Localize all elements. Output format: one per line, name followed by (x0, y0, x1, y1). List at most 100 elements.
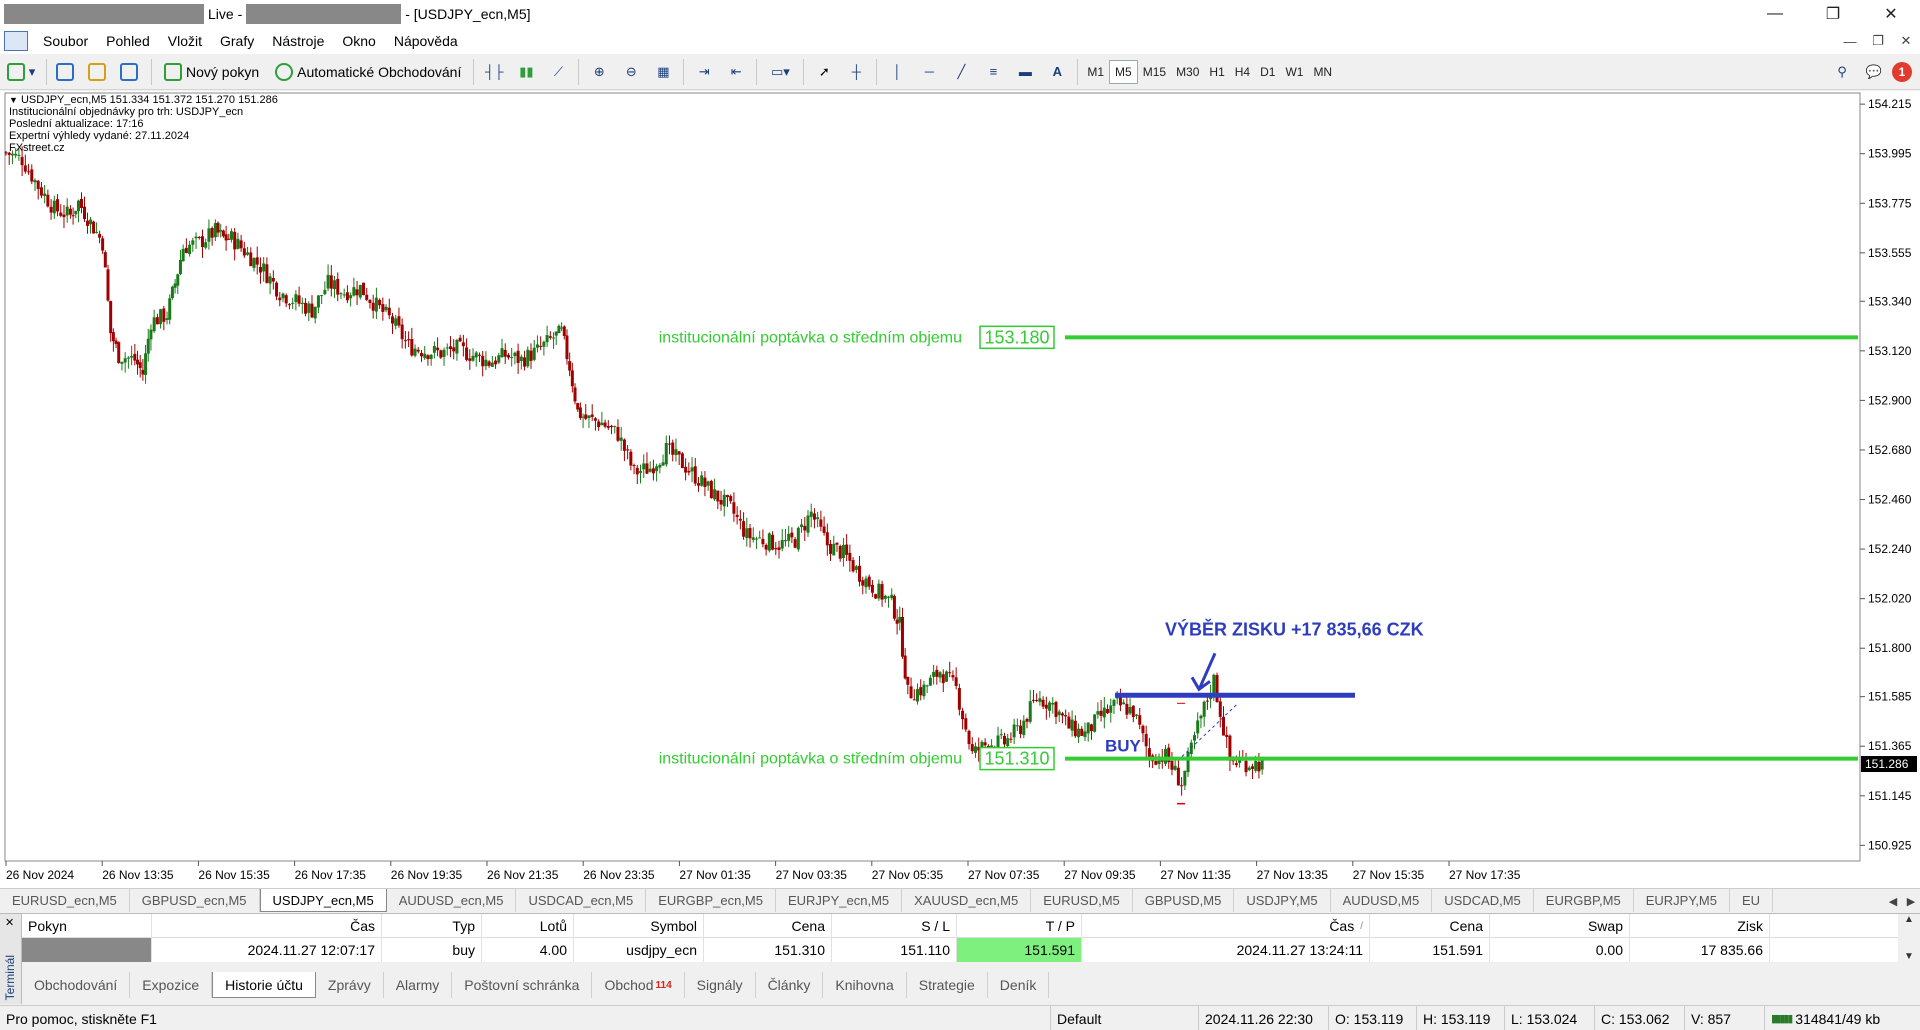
menu-grafy[interactable]: Grafy (211, 33, 263, 49)
col-cas-close[interactable]: Čas / (1082, 914, 1370, 938)
terminal-tab[interactable]: Knihovna (823, 972, 907, 998)
timeframe-h4[interactable]: H4 (1230, 60, 1255, 84)
terminal-scrollbar[interactable]: ▲ ▼ (1898, 914, 1920, 962)
new-order-button[interactable]: Nový pokyn (158, 58, 265, 86)
tile-windows-button[interactable]: ▦ (649, 58, 677, 86)
chart-tab[interactable]: XAUUSD_ecn,M5 (902, 889, 1032, 912)
child-minimize-icon[interactable]: — (1836, 28, 1864, 54)
chart-tab[interactable]: USDCAD,M5 (1432, 889, 1534, 912)
crosshair-button[interactable]: ┼ (842, 58, 870, 86)
line-chart-button[interactable]: ⟋ (544, 58, 572, 86)
col-pokyn[interactable]: Pokyn (22, 914, 152, 938)
chart-tab[interactable]: EURGBP_ecn,M5 (646, 889, 776, 912)
chart-tab[interactable]: EURJPY,M5 (1634, 889, 1730, 912)
tabs-left-icon[interactable]: ◀ (1884, 895, 1902, 908)
chart-tab[interactable]: GBPUSD,M5 (1133, 889, 1235, 912)
menu-okno[interactable]: Okno (333, 33, 384, 49)
menu-nastroje[interactable]: Nástroje (263, 33, 333, 49)
terminal-tab[interactable]: Články (756, 972, 824, 998)
terminal-tab[interactable]: Expozice (130, 972, 213, 998)
menu-napoveda[interactable]: Nápověda (385, 33, 467, 49)
chart-tab[interactable]: USDCAD_ecn,M5 (516, 889, 647, 912)
col-lotu[interactable]: Lotů (482, 914, 574, 938)
col-symbol[interactable]: Symbol (574, 914, 704, 938)
chart-tab[interactable]: EURUSD,M5 (1031, 889, 1133, 912)
terminal-tab[interactable]: Alarmy (384, 972, 453, 998)
status-connection[interactable]: ▮▮▮▮▮ 314841/49 kb (1764, 1006, 1920, 1030)
chart-tab[interactable]: EU (1730, 889, 1774, 912)
autoscroll-button[interactable]: ⇥ (690, 58, 718, 86)
col-swap[interactable]: Swap (1490, 914, 1630, 938)
minimize-button[interactable]: — (1746, 0, 1804, 28)
timeframe-m1[interactable]: M1 (1082, 60, 1109, 84)
chart-tab[interactable]: AUDUSD_ecn,M5 (387, 889, 517, 912)
tabs-right-icon[interactable]: ▶ (1902, 895, 1920, 908)
chart-tab[interactable]: EURUSD_ecn,M5 (0, 889, 130, 912)
horizontal-line-button[interactable]: ─ (915, 58, 943, 86)
menu-soubor[interactable]: Soubor (34, 33, 97, 49)
chart-tab[interactable]: AUDUSD,M5 (1331, 889, 1433, 912)
chart-tab[interactable]: USDJPY,M5 (1234, 889, 1331, 912)
table-row[interactable]: 2024.11.27 12:07:17 buy 4.00 usdjpy_ecn … (22, 938, 1920, 962)
chart-canvas[interactable]: 154.215 153.995 153.775 153.555 153.340 153.1… (0, 91, 1920, 888)
price-chart[interactable]: 154.215 153.995 153.775 153.555 153.340 153.1… (0, 91, 1920, 888)
col-typ[interactable]: Typ (382, 914, 482, 938)
candlestick-button[interactable]: ▮▮ (512, 58, 540, 86)
col-tp[interactable]: T / P (957, 914, 1082, 938)
col-zisk[interactable]: Zisk (1630, 914, 1770, 938)
menu-pohled[interactable]: Pohled (97, 33, 159, 49)
market-watch-button[interactable] (85, 58, 113, 86)
terminal-tab[interactable]: Deník (988, 972, 1050, 998)
zoom-in-button[interactable]: ⊕ (585, 58, 613, 86)
terminal-tab[interactable]: Historie účtu (212, 972, 316, 998)
chart-tab[interactable]: GBPUSD_ecn,M5 (130, 889, 260, 912)
rectangle-button[interactable]: ▬ (1011, 58, 1039, 86)
timeframe-m30[interactable]: M30 (1171, 60, 1204, 84)
col-cena-close[interactable]: Cena (1370, 914, 1490, 938)
app-icon[interactable] (4, 31, 28, 51)
scroll-up-icon[interactable]: ▲ (1904, 914, 1914, 925)
col-cena[interactable]: Cena (704, 914, 832, 938)
chat-button[interactable]: 💬 (1860, 58, 1888, 86)
chart-tab[interactable]: EURGBP,M5 (1534, 889, 1634, 912)
navigator-button[interactable] (117, 58, 145, 86)
timeframe-m15[interactable]: M15 (1138, 60, 1171, 84)
timeframe-d1[interactable]: D1 (1255, 60, 1280, 84)
timeframe-w1[interactable]: W1 (1280, 60, 1308, 84)
fibonacci-button[interactable]: ≡ (979, 58, 1007, 86)
notification-badge[interactable]: 1 (1892, 61, 1912, 82)
col-sl[interactable]: S / L (832, 914, 957, 938)
menu-vlozit[interactable]: Vložit (159, 33, 211, 49)
cursor-button[interactable]: ➚ (810, 58, 838, 86)
indicators-button[interactable]: ▭▾ (763, 58, 797, 86)
scroll-down-icon[interactable]: ▼ (1904, 951, 1914, 962)
terminal-close-icon[interactable]: ✕ (5, 916, 14, 929)
terminal-tab[interactable]: Poštovní schránka (452, 972, 593, 998)
close-button[interactable]: ✕ (1862, 0, 1920, 28)
search-button[interactable]: ⚲ (1828, 58, 1856, 86)
timeframe-h1[interactable]: H1 (1204, 60, 1229, 84)
child-restore-icon[interactable]: ❐ (1864, 28, 1892, 54)
zoom-out-button[interactable]: ⊖ (617, 58, 645, 86)
col-cas[interactable]: Čas (152, 914, 382, 938)
new-chart-button[interactable]: ▾ (2, 58, 40, 86)
terminal-tab[interactable]: Obchodování (22, 972, 131, 998)
chart-tab[interactable]: EURJPY_ecn,M5 (776, 889, 903, 912)
status-profile[interactable]: Default (1050, 1006, 1198, 1030)
chart-tab[interactable]: USDJPY_ecn,M5 (259, 889, 387, 912)
child-close-icon[interactable]: ✕ (1892, 28, 1920, 54)
auto-trading-button[interactable]: Automatické Obchodování (269, 58, 467, 86)
chart-collapse-icon[interactable]: ▼ (9, 95, 18, 105)
bar-chart-button[interactable]: ┤├ (480, 58, 508, 86)
terminal-tab[interactable]: Zprávy (316, 972, 384, 998)
vertical-line-button[interactable]: │ (883, 58, 911, 86)
timeframe-mn[interactable]: MN (1308, 60, 1337, 84)
terminal-tab[interactable]: Obchod 114 (592, 972, 685, 998)
text-button[interactable]: A (1043, 58, 1071, 86)
terminal-tab[interactable]: Signály (685, 972, 756, 998)
profiles-button[interactable] (53, 58, 81, 86)
terminal-tab[interactable]: Strategie (907, 972, 988, 998)
maximize-button[interactable]: ❐ (1804, 0, 1862, 28)
chart-shift-button[interactable]: ⇤ (722, 58, 750, 86)
trendline-button[interactable]: ╱ (947, 58, 975, 86)
